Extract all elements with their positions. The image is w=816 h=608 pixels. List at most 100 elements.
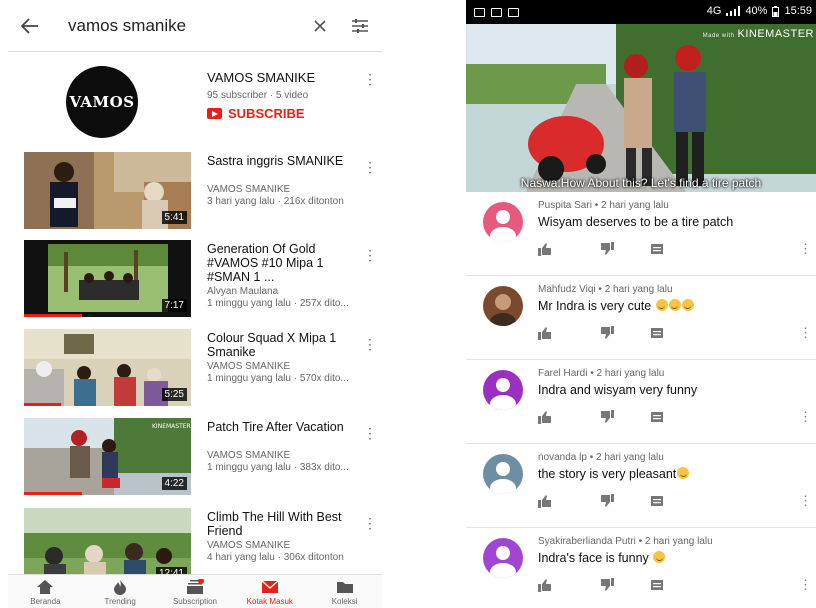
comment-time: 2 hari yang lalu (596, 368, 665, 379)
subscribe-button[interactable]: SUBSCRIBE (207, 106, 305, 121)
comment-author[interactable]: Farel Hardi (538, 368, 587, 379)
more-options-icon[interactable]: ⋮ (363, 426, 377, 440)
filter-button[interactable] (338, 0, 382, 52)
signal-icon (726, 6, 741, 16)
more-options-icon[interactable]: ⋮ (799, 325, 812, 341)
comment-header: Puspita Sari • 2 hari yang lalu (538, 200, 669, 211)
nav-label: Trending (104, 597, 136, 606)
avatar-icon (483, 370, 523, 410)
video-subtitle: Naswa:How About this? Let's find a tire … (520, 176, 762, 190)
comment-body: Indra's face is funny (538, 551, 649, 565)
comment-author[interactable]: Syakiraberlianda Putri (538, 536, 636, 547)
channel-result[interactable]: VAMOS VAMOS SMANIKE 95 subscriber · 5 vi… (8, 58, 382, 144)
video-title[interactable]: Patch Tire After Vacation (207, 420, 357, 434)
bottom-navigation: Beranda Trending Subscription Kotak Masu… (8, 574, 382, 608)
video-channel: VAMOS SMANIKE (207, 540, 291, 551)
more-options-icon[interactable]: ⋮ (363, 160, 377, 174)
network-indicator: 4G (706, 5, 722, 17)
channel-name[interactable]: VAMOS SMANIKE (207, 70, 315, 85)
more-options-icon[interactable]: ⋮ (363, 248, 377, 262)
svg-text:KINEMASTER: KINEMASTER (152, 423, 191, 430)
comment-text: the story is very pleasant (538, 467, 690, 481)
comment-body: Indra and wisyam very funny (538, 383, 698, 397)
comment-author[interactable]: novanda lp (538, 452, 587, 463)
video-player[interactable]: Made with KINEMASTER Naswa:How About this… (466, 24, 816, 192)
battery-icon (772, 5, 780, 17)
reply-icon[interactable] (650, 410, 664, 424)
comment-author[interactable]: Mahfudz Viqi (538, 284, 596, 295)
watch-progress-bar (24, 403, 61, 406)
commenter-avatar[interactable] (483, 286, 523, 326)
dislike-icon[interactable] (600, 578, 614, 592)
commenter-avatar[interactable] (483, 454, 523, 494)
gallery-icon (474, 7, 485, 17)
video-title[interactable]: Colour Squad X Mipa 1 Smanike (207, 331, 357, 359)
comment-time: 2 hari yang lalu (600, 200, 669, 211)
nav-inbox[interactable]: Kotak Masuk (232, 575, 307, 608)
nav-label: Beranda (30, 597, 61, 606)
video-thumbnail[interactable]: 5:41 (24, 152, 191, 229)
video-thumbnail[interactable]: 5:25 (24, 329, 191, 406)
reply-icon[interactable] (650, 242, 664, 256)
comment-time: 2 hari yang lalu (644, 536, 713, 547)
back-button[interactable] (8, 0, 52, 52)
dislike-icon[interactable] (600, 410, 614, 424)
video-title[interactable]: Generation Of Gold #VAMOS #10 Mipa 1 #SM… (207, 242, 357, 284)
comment-actions (538, 242, 808, 258)
more-options-icon[interactable]: ⋮ (363, 72, 377, 86)
reply-icon[interactable] (650, 578, 664, 592)
watermark-prefix: Made with (702, 33, 735, 39)
video-thumbnail[interactable]: KINEMASTER 4:22 (24, 418, 191, 495)
channel-avatar[interactable]: VAMOS (66, 66, 138, 138)
more-options-icon[interactable]: ⋮ (799, 241, 812, 257)
commenter-avatar[interactable] (483, 538, 523, 578)
video-meta: 1 minggu yang lalu · 257x dito... (207, 298, 349, 309)
dislike-icon[interactable] (600, 494, 614, 508)
laughing-emoji (668, 299, 681, 311)
clear-search-button[interactable] (302, 0, 338, 52)
more-options-icon[interactable]: ⋮ (363, 337, 377, 351)
video-result[interactable]: 5:41 Sastra inggris SMANIKE VAMOS SMANIK… (8, 152, 382, 232)
like-icon[interactable] (538, 326, 552, 340)
more-options-icon[interactable]: ⋮ (799, 409, 812, 425)
like-icon[interactable] (538, 494, 552, 508)
video-result[interactable]: 5:25 Colour Squad X Mipa 1 Smanike VAMOS… (8, 329, 382, 409)
comment-text: Indra's face is funny (538, 551, 666, 565)
video-channel: VAMOS SMANIKE (207, 184, 291, 195)
video-frame-image (466, 24, 816, 192)
video-result[interactable]: 7:17 Generation Of Gold #VAMOS #10 Mipa … (8, 240, 382, 320)
avatar-icon (483, 538, 523, 578)
nav-subscriptions[interactable]: Subscription (158, 575, 233, 608)
heart-eyes-emoji (677, 467, 690, 479)
avatar-icon (483, 454, 523, 494)
reply-icon[interactable] (650, 326, 664, 340)
inbox-icon (261, 580, 279, 593)
video-title[interactable]: Climb The Hill With Best Friend (207, 510, 357, 538)
nav-home[interactable]: Beranda (8, 575, 83, 608)
commenter-avatar[interactable] (483, 370, 523, 410)
comment-actions (538, 578, 808, 594)
like-icon[interactable] (538, 242, 552, 256)
comment-time: 2 hari yang lalu (596, 452, 664, 463)
avatar-photo (483, 286, 523, 326)
search-input[interactable]: vamos smanike (52, 16, 302, 36)
video-meta: 1 minggu yang lalu · 383x dito... (207, 462, 349, 473)
like-icon[interactable] (538, 410, 552, 424)
like-icon[interactable] (538, 578, 552, 592)
more-options-icon[interactable]: ⋮ (363, 516, 377, 530)
back-arrow-icon (21, 17, 38, 34)
video-result[interactable]: KINEMASTER 4:22 Patch Tire After Vacatio… (8, 418, 382, 498)
reply-icon[interactable] (650, 494, 664, 508)
comment-author[interactable]: Puspita Sari (538, 200, 592, 211)
more-options-icon[interactable]: ⋮ (799, 493, 812, 509)
video-title[interactable]: Sastra inggris SMANIKE (207, 154, 357, 168)
commenter-avatar[interactable] (483, 202, 523, 242)
nav-trending[interactable]: Trending (83, 575, 158, 608)
more-options-icon[interactable]: ⋮ (799, 577, 812, 593)
nav-library[interactable]: Koleksi (307, 575, 382, 608)
comment-body: the story is very pleasant (538, 467, 677, 481)
dislike-icon[interactable] (600, 242, 614, 256)
dislike-icon[interactable] (600, 326, 614, 340)
video-thumbnail[interactable]: 7:17 (24, 240, 191, 317)
comment-actions (538, 326, 808, 342)
